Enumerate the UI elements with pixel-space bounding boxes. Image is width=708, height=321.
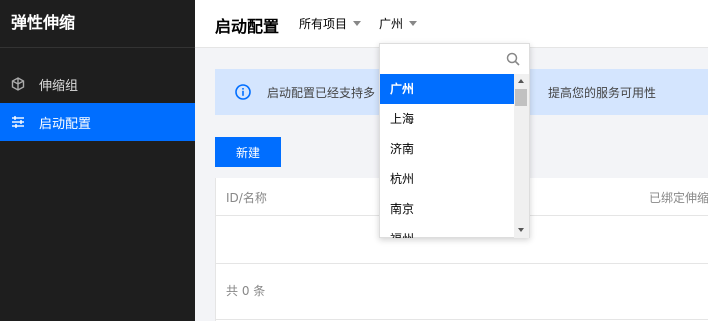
info-icon xyxy=(235,84,251,100)
region-option[interactable]: 广州 xyxy=(380,74,514,104)
sliders-icon xyxy=(10,114,26,130)
region-select[interactable]: 广州 xyxy=(379,15,418,32)
project-select[interactable]: 所有项目 xyxy=(299,15,362,32)
info-text: 启动配置已经支持多 xyxy=(267,85,376,100)
column-header-id-name: ID/名称 xyxy=(226,191,267,205)
region-option[interactable]: 南京 xyxy=(380,194,514,224)
sidebar-item-label: 启动配置 xyxy=(39,116,92,132)
region-select-value: 广州 xyxy=(379,17,404,31)
region-option[interactable]: 济南 xyxy=(380,134,514,164)
table-footer: 共 0 条 xyxy=(216,264,708,320)
scroll-up-arrow-icon[interactable] xyxy=(518,79,524,83)
total-count: 共 0 条 xyxy=(226,284,266,298)
column-header-bound-groups: 已绑定伸缩 xyxy=(649,191,708,205)
region-options-list: 广州 上海 济南 杭州 南京 福州 xyxy=(380,74,514,238)
project-select-value: 所有项目 xyxy=(299,17,348,31)
region-option[interactable]: 杭州 xyxy=(380,164,514,194)
cube-icon xyxy=(10,76,26,92)
sidebar: 弹性伸缩 伸缩组 启动配置 xyxy=(0,0,195,321)
dropdown-search xyxy=(380,44,529,74)
sidebar-item-launch-config[interactable]: 启动配置 xyxy=(0,103,195,141)
sidebar-item-label: 伸缩组 xyxy=(39,78,79,94)
info-text-continued: 提高您的服务可用性 xyxy=(548,85,657,100)
scrollbar-thumb[interactable] xyxy=(515,89,527,106)
region-search-input[interactable] xyxy=(384,49,524,71)
new-button[interactable]: 新建 xyxy=(215,137,281,167)
caret-down-icon xyxy=(353,21,362,26)
sidebar-title: 弹性伸缩 xyxy=(0,0,195,48)
region-dropdown: 广州 上海 济南 杭州 南京 福州 xyxy=(379,43,530,238)
scroll-down-arrow-icon[interactable] xyxy=(518,228,524,232)
dropdown-scrollbar[interactable] xyxy=(514,74,529,238)
sidebar-item-scaling-group[interactable]: 伸缩组 xyxy=(0,65,195,103)
region-option[interactable]: 上海 xyxy=(380,104,514,134)
search-icon[interactable] xyxy=(506,52,520,66)
region-option[interactable]: 福州 xyxy=(380,224,514,238)
page-title: 启动配置 xyxy=(215,17,280,36)
caret-down-icon xyxy=(409,21,418,26)
page-header: 启动配置 所有项目 广州 xyxy=(195,0,708,48)
